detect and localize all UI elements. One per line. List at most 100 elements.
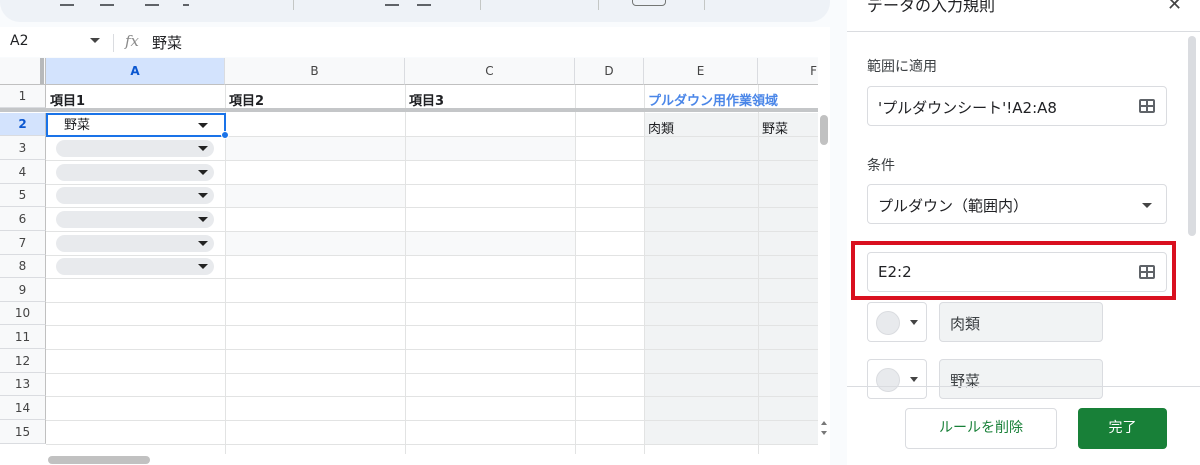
name-box-arrow-icon[interactable] xyxy=(90,38,100,43)
chevron-down-icon xyxy=(198,264,208,269)
active-cell-selection xyxy=(46,113,226,137)
grid-line xyxy=(225,85,226,465)
grid-line xyxy=(46,349,818,350)
freeze-handle[interactable] xyxy=(40,58,44,84)
row-header-11[interactable]: 11 xyxy=(0,325,46,349)
name-box[interactable]: A2 xyxy=(10,33,28,49)
row-header-9[interactable]: 9 xyxy=(0,278,46,302)
text-rotate-icon[interactable] xyxy=(417,0,431,6)
item-text-1: 肉類 xyxy=(950,315,981,333)
fx-icon: fx xyxy=(125,32,140,50)
row-header-13[interactable]: 13 xyxy=(0,373,46,396)
row-header-12[interactable]: 12 xyxy=(0,349,46,373)
undo-icon[interactable] xyxy=(60,0,74,6)
footer-divider xyxy=(847,386,1200,387)
select-range-icon[interactable] xyxy=(1139,265,1155,279)
row-band xyxy=(225,231,405,255)
formula-divider xyxy=(113,34,114,52)
item-color-picker-2[interactable] xyxy=(867,359,927,399)
column-header-a[interactable]: A xyxy=(46,58,225,85)
dropdown-chip-a7[interactable] xyxy=(56,235,214,252)
grid-line xyxy=(46,207,818,208)
grid-line xyxy=(46,231,818,232)
select-all-corner[interactable] xyxy=(0,58,46,85)
row-header-8[interactable]: 8 xyxy=(0,255,46,278)
range-label: 範囲に適用 xyxy=(867,59,937,75)
column-header-d[interactable]: D xyxy=(575,58,644,85)
cell-f2[interactable]: 野菜 xyxy=(762,118,788,137)
done-button[interactable]: 完了 xyxy=(1078,408,1167,449)
chevron-down-icon xyxy=(910,377,918,382)
toolbar-divider xyxy=(598,0,599,10)
row-band xyxy=(405,231,575,255)
cell-c1[interactable]: 項目3 xyxy=(409,90,444,109)
close-icon[interactable]: ✕ xyxy=(1167,0,1182,15)
column-header-b[interactable]: B xyxy=(225,58,405,85)
item-color-picker-1[interactable] xyxy=(867,302,927,342)
chevron-down-icon xyxy=(198,193,208,198)
panel-scrollbar[interactable] xyxy=(1188,36,1196,236)
cell-e1[interactable]: プルダウン用作業領域 xyxy=(648,90,778,109)
text-wrap-icon[interactable] xyxy=(385,0,399,6)
row-header-2[interactable]: 2 xyxy=(0,113,46,136)
cell-e2[interactable]: 肉類 xyxy=(648,118,674,137)
chevron-down-icon xyxy=(198,170,208,175)
criteria-value: プルダウン（範囲内） xyxy=(878,197,1029,215)
apply-range-field[interactable]: 'プルダウンシート'!A2:A8 xyxy=(867,86,1167,126)
data-validation-panel: データの入力規則 ✕ 範囲に適用 'プルダウンシート'!A2:A8 条件 プルダ… xyxy=(847,0,1200,465)
chevron-down-icon xyxy=(910,320,918,325)
source-range-field[interactable]: E2:2 xyxy=(867,252,1167,292)
font-size-box[interactable] xyxy=(632,0,666,6)
cell-b1[interactable]: 項目2 xyxy=(229,90,264,109)
horizontal-scrollbar[interactable] xyxy=(0,454,830,465)
scroll-up-icon[interactable] xyxy=(821,421,827,425)
grid-line xyxy=(46,160,818,161)
delete-rule-button[interactable]: ルールを削除 xyxy=(905,408,1057,449)
toolbar-divider xyxy=(704,0,705,10)
item-field-2: 野菜 xyxy=(939,359,1103,399)
redo-icon[interactable] xyxy=(100,0,114,6)
row-header-1[interactable]: 1 xyxy=(0,85,46,108)
criteria-label: 条件 xyxy=(867,158,895,174)
spreadsheet-grid[interactable]: A B C D E F 1 2 3 4 5 6 7 8 9 10 11 12 1… xyxy=(0,58,830,465)
dropdown-chip-a6[interactable] xyxy=(56,211,214,228)
print-icon[interactable] xyxy=(145,0,159,6)
vertical-scrollbar[interactable] xyxy=(818,57,830,435)
column-header-c[interactable]: C xyxy=(405,58,575,85)
range-value: 'プルダウンシート'!A2:A8 xyxy=(878,99,1057,117)
column-header-f[interactable]: F xyxy=(758,58,820,85)
panel-title: データの入力規則 xyxy=(867,0,996,15)
row-header-14[interactable]: 14 xyxy=(0,396,46,420)
dropdown-chip-a4[interactable] xyxy=(56,164,214,181)
grid-line xyxy=(46,184,818,185)
scroll-down-icon[interactable] xyxy=(821,431,827,435)
scroll-thumb[interactable] xyxy=(48,456,150,464)
paint-format-icon[interactable] xyxy=(183,0,189,6)
column-header-e[interactable]: E xyxy=(644,58,758,85)
grid-line xyxy=(46,255,818,256)
grid-line xyxy=(46,420,818,421)
dropdown-chip-a3[interactable] xyxy=(56,140,214,157)
fill-handle[interactable] xyxy=(221,131,229,139)
dropdown-chip-a5[interactable] xyxy=(56,187,214,204)
cell-a1[interactable]: 項目1 xyxy=(50,90,85,109)
scroll-thumb[interactable] xyxy=(820,115,828,145)
row-header-4[interactable]: 4 xyxy=(0,160,46,184)
chevron-down-icon xyxy=(198,241,208,246)
row-header-15[interactable]: 15 xyxy=(0,420,46,444)
select-range-icon[interactable] xyxy=(1139,99,1155,113)
grid-line xyxy=(46,325,818,326)
dropdown-chip-a8[interactable] xyxy=(56,258,214,275)
criteria-select[interactable]: プルダウン（範囲内） xyxy=(867,184,1167,224)
grid-line xyxy=(46,302,818,303)
row-header-6[interactable]: 6 xyxy=(0,207,46,231)
row-header-5[interactable]: 5 xyxy=(0,184,46,207)
toolbar-divider xyxy=(480,0,481,10)
row-header-7[interactable]: 7 xyxy=(0,231,46,255)
color-swatch xyxy=(876,311,900,335)
item-field-1: 肉類 xyxy=(939,302,1103,342)
toolbar-divider xyxy=(293,0,294,10)
row-header-10[interactable]: 10 xyxy=(0,302,46,325)
formula-input[interactable]: 野菜 xyxy=(152,32,182,53)
row-header-3[interactable]: 3 xyxy=(0,136,46,160)
